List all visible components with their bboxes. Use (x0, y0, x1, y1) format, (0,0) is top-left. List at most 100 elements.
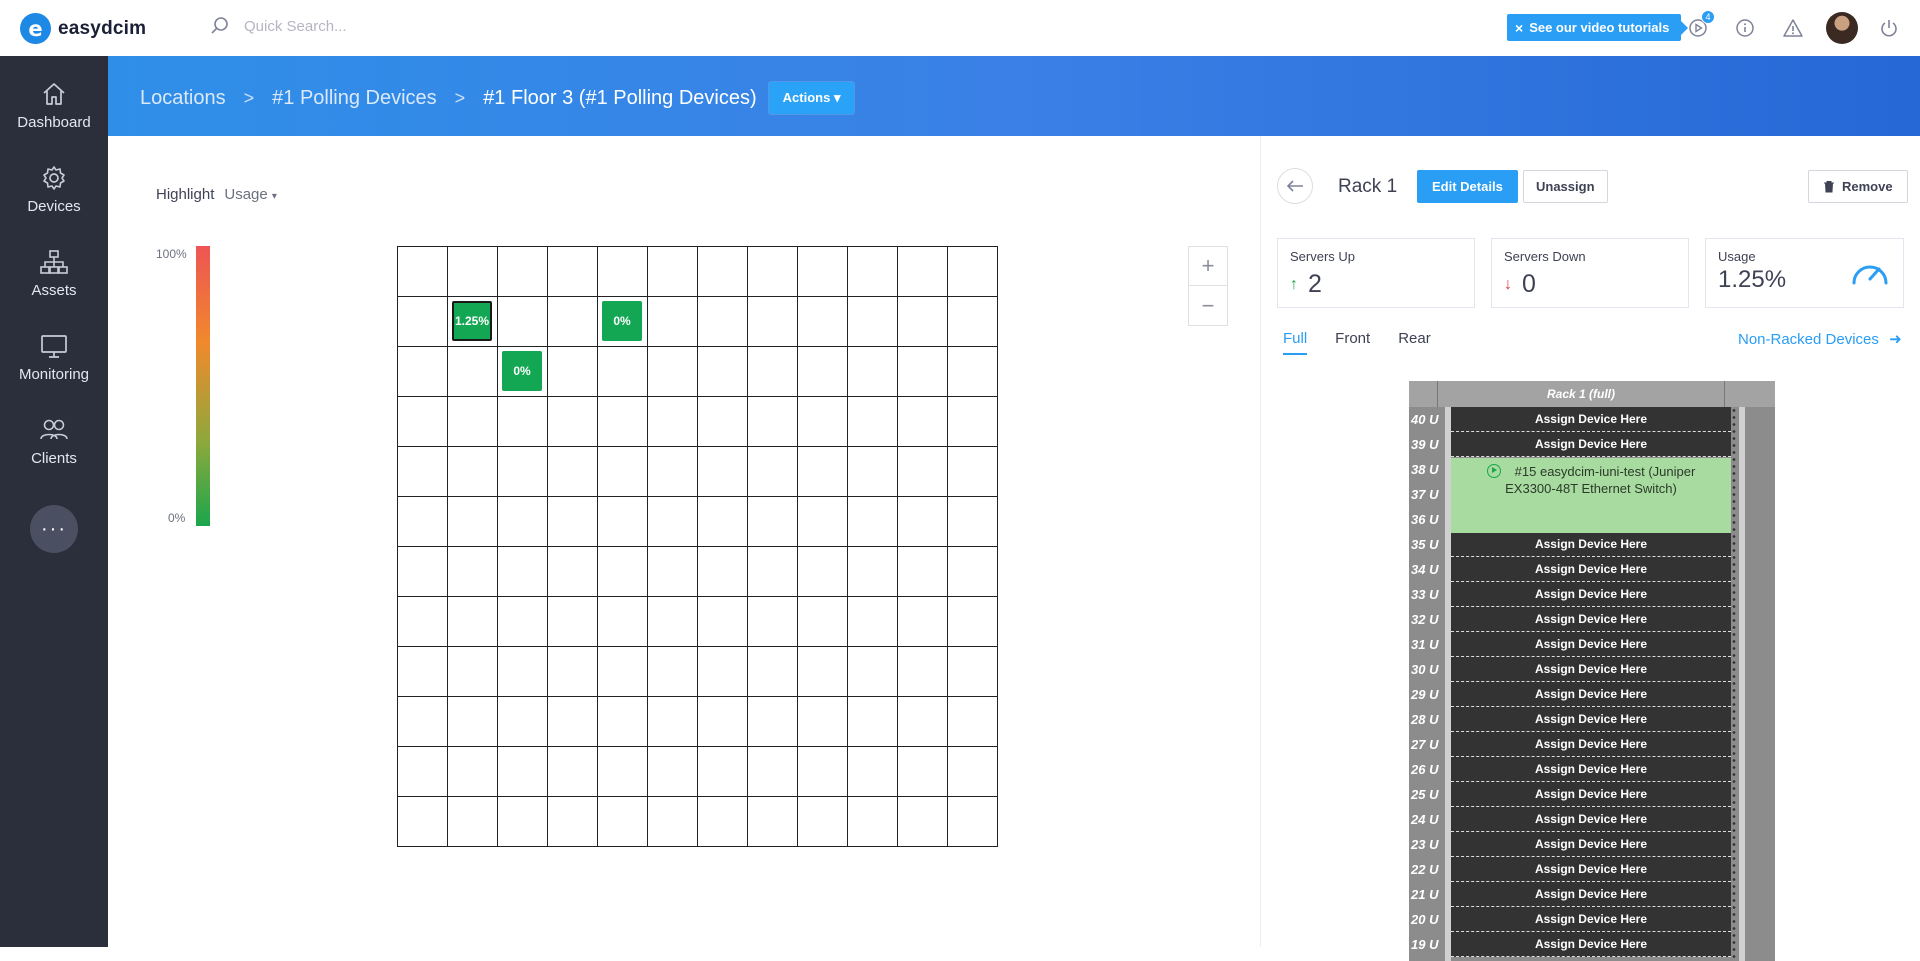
floor-cell[interactable] (798, 497, 848, 547)
floor-cell[interactable] (698, 697, 748, 747)
floor-cell[interactable] (698, 247, 748, 297)
floor-cell[interactable] (498, 397, 548, 447)
floor-cell[interactable] (898, 747, 948, 797)
video-tutorials-button[interactable]: × See our video tutorials (1507, 14, 1689, 41)
floor-cell[interactable] (448, 447, 498, 497)
floor-cell[interactable] (748, 347, 798, 397)
floor-cell[interactable] (448, 547, 498, 597)
floor-cell[interactable] (598, 597, 648, 647)
floor-cell[interactable] (948, 647, 998, 697)
floor-cell[interactable] (648, 747, 698, 797)
unassign-button[interactable]: Unassign (1523, 170, 1608, 203)
floor-cell[interactable] (898, 697, 948, 747)
rack-tile[interactable]: 0% (502, 351, 542, 391)
floor-cell[interactable] (548, 697, 598, 747)
floor-cell[interactable] (748, 597, 798, 647)
floor-cell[interactable] (948, 697, 998, 747)
floor-cell[interactable] (798, 647, 848, 697)
floor-cell[interactable] (598, 397, 648, 447)
info-icon[interactable] (1732, 15, 1758, 41)
actions-dropdown-button[interactable]: Actions ▾ (768, 82, 855, 114)
floor-cell[interactable] (548, 397, 598, 447)
floor-cell[interactable] (798, 747, 848, 797)
floor-cell[interactable] (898, 347, 948, 397)
floor-cell[interactable] (798, 397, 848, 447)
assign-device-slot[interactable]: Assign Device Here (1451, 807, 1731, 832)
floor-cell[interactable] (748, 647, 798, 697)
floor-cell[interactable] (548, 497, 598, 547)
floor-cell[interactable] (748, 547, 798, 597)
floor-cell[interactable] (948, 597, 998, 647)
floor-cell[interactable] (648, 497, 698, 547)
back-button[interactable] (1277, 168, 1313, 204)
floor-cell[interactable] (398, 347, 448, 397)
floor-cell[interactable] (598, 547, 648, 597)
floor-cell[interactable] (848, 747, 898, 797)
rack-tile[interactable]: 1.25% (452, 301, 492, 341)
floor-cell[interactable] (698, 797, 748, 847)
floor-cell[interactable] (748, 447, 798, 497)
floor-cell[interactable] (748, 697, 798, 747)
rack-tile[interactable]: 0% (602, 301, 642, 341)
floor-cell[interactable] (448, 247, 498, 297)
floor-cell[interactable] (848, 447, 898, 497)
floor-cell[interactable] (698, 397, 748, 447)
floor-cell[interactable] (948, 447, 998, 497)
floor-cell[interactable] (648, 547, 698, 597)
floor-cell[interactable] (548, 647, 598, 697)
floor-cell[interactable] (498, 297, 548, 347)
floor-cell[interactable] (598, 747, 648, 797)
floor-cell[interactable] (898, 797, 948, 847)
floor-cell[interactable] (848, 247, 898, 297)
floor-cell[interactable] (448, 397, 498, 447)
floor-cell[interactable] (648, 647, 698, 697)
floor-cell[interactable] (398, 297, 448, 347)
floor-cell[interactable] (598, 447, 648, 497)
sidebar-item-dashboard[interactable]: Dashboard (0, 80, 108, 160)
floor-cell[interactable] (548, 447, 598, 497)
floor-cell[interactable] (698, 597, 748, 647)
non-racked-devices-link[interactable]: Non-Racked Devices ➜ (1738, 330, 1902, 348)
assign-device-slot[interactable]: Assign Device Here (1451, 757, 1731, 782)
floor-cell[interactable] (648, 447, 698, 497)
floor-cell[interactable] (948, 247, 998, 297)
floor-cell[interactable] (548, 547, 598, 597)
sidebar-item-monitoring[interactable]: Monitoring (0, 332, 108, 412)
floor-cell[interactable] (698, 447, 748, 497)
floor-cell[interactable] (798, 697, 848, 747)
floor-cell[interactable] (648, 597, 698, 647)
floor-cell[interactable] (898, 247, 948, 297)
floor-cell[interactable] (748, 747, 798, 797)
zoom-out-button[interactable]: − (1189, 286, 1227, 325)
floor-cell[interactable] (848, 697, 898, 747)
assign-device-slot[interactable]: Assign Device Here (1451, 582, 1731, 607)
sidebar-item-clients[interactable]: Clients (0, 416, 108, 496)
assign-device-slot[interactable]: Assign Device Here (1451, 907, 1731, 932)
floor-cell[interactable] (798, 297, 848, 347)
assign-device-slot[interactable]: Assign Device Here (1451, 632, 1731, 657)
floor-cell[interactable] (898, 647, 948, 697)
floor-cell[interactable] (898, 397, 948, 447)
floor-cell[interactable] (648, 247, 698, 297)
floor-cell[interactable] (698, 547, 748, 597)
floor-cell[interactable]: 1.25% (448, 297, 498, 347)
breadcrumb-polling-devices[interactable]: #1 Polling Devices (272, 87, 437, 110)
floor-cell[interactable] (848, 647, 898, 697)
assign-device-slot[interactable]: Assign Device Here (1451, 532, 1731, 557)
assign-device-slot[interactable]: Assign Device Here (1451, 932, 1731, 957)
floor-cell[interactable] (448, 597, 498, 647)
play-circle-icon[interactable]: 4 (1685, 10, 1715, 41)
floor-cell[interactable] (498, 797, 548, 847)
assign-device-slot[interactable]: Assign Device Here (1451, 607, 1731, 632)
floor-cell[interactable] (848, 347, 898, 397)
floor-cell[interactable] (398, 447, 448, 497)
app-logo[interactable]: e easydcim (20, 13, 146, 44)
search-input[interactable] (244, 17, 544, 35)
zoom-in-button[interactable]: + (1189, 247, 1227, 286)
floor-cell[interactable] (398, 247, 448, 297)
floor-cell[interactable]: 0% (498, 347, 548, 397)
floor-cell[interactable] (498, 647, 548, 697)
assign-device-slot[interactable]: Assign Device Here (1451, 407, 1731, 432)
floor-cell[interactable] (498, 247, 548, 297)
floor-cell[interactable] (498, 547, 548, 597)
